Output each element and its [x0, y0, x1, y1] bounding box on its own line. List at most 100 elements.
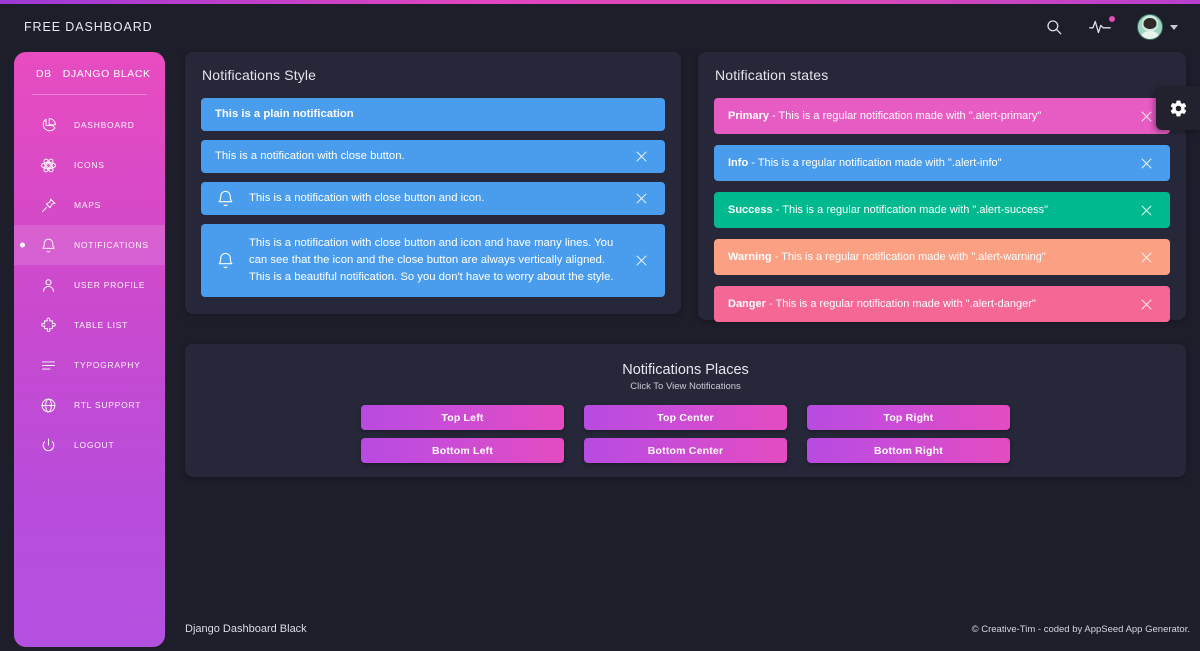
footer-left-text: Django Dashboard Black — [185, 623, 307, 635]
notifications-places-buttons: Top Left Top Center Top Right Bottom Left Bo… — [185, 405, 1186, 463]
alert-message: This is a notification with close button… — [215, 148, 631, 165]
avatar — [1137, 14, 1163, 40]
notification-states-title: Notification states — [698, 52, 1186, 83]
alert-message: Info - This is a regular notification ma… — [728, 155, 1136, 172]
sidebar-item-label: RTL SUPPORT — [74, 400, 141, 410]
text-lines-icon — [40, 357, 57, 374]
close-icon[interactable] — [1136, 247, 1156, 267]
sidebar-item-typography[interactable]: TYPOGRAPHY — [14, 345, 165, 385]
sidebar-item-notifications[interactable]: NOTIFICATIONS — [14, 225, 165, 265]
alert-message: Danger - This is a regular notification … — [728, 296, 1136, 313]
alert-label: Warning — [728, 251, 772, 263]
alert-message: Warning - This is a regular notification… — [728, 249, 1136, 266]
sidebar-item-rtl-support[interactable]: RTL SUPPORT — [14, 385, 165, 425]
active-indicator-dot — [20, 243, 25, 248]
notifications-places-subtitle: Click To View Notifications — [185, 381, 1186, 392]
sidebar: DB DJANGO BLACK DASHBOARD ICONS MAPS NOTIFI… — [14, 52, 165, 647]
alert-body: - This is a regular notification made wi… — [766, 298, 1036, 310]
alert-message: Primary - This is a regular notification… — [728, 108, 1136, 125]
pin-icon — [40, 197, 57, 214]
close-icon[interactable] — [1136, 294, 1156, 314]
sidebar-item-logout[interactable]: LOGOUT — [14, 425, 165, 465]
sidebar-item-label: NOTIFICATIONS — [74, 240, 149, 250]
search-icon[interactable] — [1045, 18, 1063, 36]
sidebar-item-maps[interactable]: MAPS — [14, 185, 165, 225]
header-actions — [1045, 14, 1178, 40]
top-accent-bar — [0, 0, 1200, 4]
globe-icon — [40, 397, 57, 414]
user-menu[interactable] — [1137, 14, 1178, 40]
footer-right-text: © Creative-Tim - coded by AppSeed App Ge… — [972, 624, 1190, 635]
state-alert-primary: Primary - This is a regular notification… — [714, 98, 1170, 134]
user-icon — [40, 277, 57, 294]
alert-label: Success — [728, 204, 773, 216]
place-button-top-right[interactable]: Top Right — [807, 405, 1010, 430]
sidebar-item-label: MAPS — [74, 200, 101, 210]
sidebar-item-label: TYPOGRAPHY — [74, 360, 141, 370]
place-button-bottom-left[interactable]: Bottom Left — [361, 438, 564, 463]
close-icon[interactable] — [1136, 106, 1156, 126]
place-button-top-center[interactable]: Top Center — [584, 405, 787, 430]
brand-name: DJANGO BLACK — [63, 68, 151, 80]
gear-icon — [1169, 99, 1188, 118]
sidebar-item-dashboard[interactable]: DASHBOARD — [14, 105, 165, 145]
sidebar-brand[interactable]: DB DJANGO BLACK — [14, 52, 165, 80]
power-icon — [40, 437, 57, 454]
notifications-places-header: Notifications Places Click To View Notif… — [185, 344, 1186, 392]
puzzle-icon — [40, 317, 57, 334]
notification-badge-dot — [1109, 16, 1115, 22]
sidebar-divider — [32, 94, 147, 95]
sidebar-item-label: ICONS — [74, 160, 105, 170]
close-icon[interactable] — [631, 147, 651, 167]
notification-states-list: Primary - This is a regular notification… — [698, 83, 1186, 322]
notification-states-card: Notification states Primary - This is a … — [698, 52, 1186, 320]
bell-icon — [40, 237, 57, 254]
sidebar-item-label: LOGOUT — [74, 440, 114, 450]
alert-label: Info — [728, 157, 748, 169]
pie-chart-icon — [40, 117, 57, 134]
close-icon[interactable] — [631, 189, 651, 209]
atom-icon — [40, 157, 57, 174]
sidebar-item-icons[interactable]: ICONS — [14, 145, 165, 185]
chevron-down-icon — [1170, 25, 1178, 30]
notifications-places-title: Notifications Places — [185, 362, 1186, 378]
app-header: FREE DASHBOARD — [0, 4, 1200, 50]
notifications-style-list: This is a plain notification This is a no… — [185, 83, 681, 297]
state-alert-danger: Danger - This is a regular notification … — [714, 286, 1170, 322]
close-icon[interactable] — [1136, 153, 1156, 173]
alert-body: - This is a regular notification made wi… — [772, 251, 1046, 263]
state-alert-success: Success - This is a regular notification… — [714, 192, 1170, 228]
style-alert: This is a plain notification — [201, 98, 665, 131]
sidebar-item-table-list[interactable]: TABLE LIST — [14, 305, 165, 345]
close-icon[interactable] — [631, 250, 651, 270]
alert-label: Primary — [728, 110, 769, 122]
notifications-style-card: Notifications Style This is a plain noti… — [185, 52, 681, 314]
page-title: FREE DASHBOARD — [24, 20, 153, 34]
close-icon[interactable] — [1136, 200, 1156, 220]
settings-panel-toggle[interactable] — [1156, 86, 1200, 130]
alert-message: Success - This is a regular notification… — [728, 202, 1136, 219]
alert-message: This is a notification with close button… — [249, 190, 631, 207]
alert-body: - This is a regular notification made wi… — [773, 204, 1048, 216]
alert-message: This is a plain notification — [215, 106, 651, 123]
notifications-places-card: Notifications Places Click To View Notif… — [185, 344, 1186, 477]
bell-icon — [215, 189, 236, 208]
place-button-bottom-right[interactable]: Bottom Right — [807, 438, 1010, 463]
alert-body: - This is a regular notification made wi… — [769, 110, 1041, 122]
sidebar-item-label: DASHBOARD — [74, 120, 135, 130]
style-alert: This is a notification with close button… — [201, 182, 665, 215]
place-button-top-left[interactable]: Top Left — [361, 405, 564, 430]
state-alert-info: Info - This is a regular notification ma… — [714, 145, 1170, 181]
activity-icon[interactable] — [1089, 18, 1111, 36]
style-alert: This is a notification with close button… — [201, 140, 665, 173]
footer: Django Dashboard Black © Creative-Tim - … — [165, 607, 1200, 651]
style-alert: This is a notification with close button… — [201, 224, 665, 297]
sidebar-item-user-profile[interactable]: USER PROFILE — [14, 265, 165, 305]
sidebar-nav: DASHBOARD ICONS MAPS NOTIFICATIONS USER PROF… — [14, 105, 165, 465]
alert-body: - This is a regular notification made wi… — [748, 157, 1001, 169]
alert-message: This is a notification with close button… — [249, 235, 631, 286]
place-button-bottom-center[interactable]: Bottom Center — [584, 438, 787, 463]
state-alert-warning: Warning - This is a regular notification… — [714, 239, 1170, 275]
notifications-style-title: Notifications Style — [185, 52, 681, 83]
bell-icon — [215, 251, 236, 270]
